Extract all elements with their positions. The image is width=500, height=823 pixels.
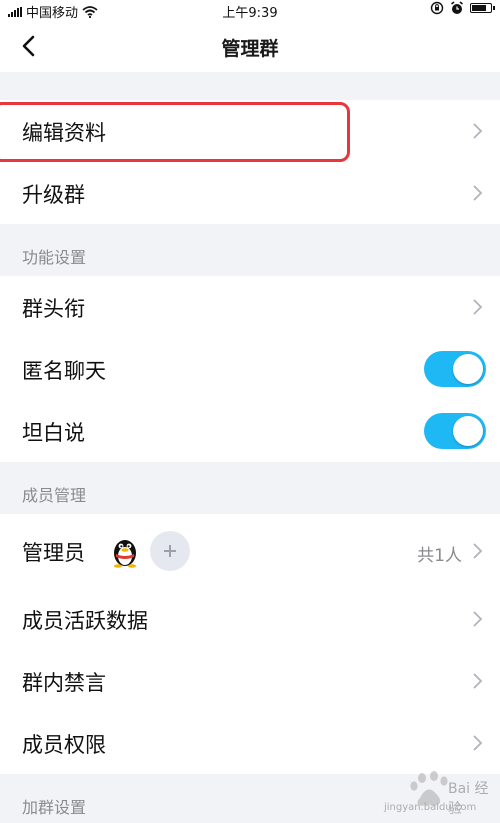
chevron-right-icon xyxy=(473,735,483,751)
row-label: 群内禁言 xyxy=(22,671,106,695)
status-bar: 中国移动 上午9:39 xyxy=(0,0,500,21)
chevron-right-icon xyxy=(473,123,483,139)
row-member-activity[interactable]: 成员活跃数据 xyxy=(0,588,500,650)
battery-level xyxy=(472,5,486,11)
row-label: 成员活跃数据 xyxy=(22,609,148,633)
row-upgrade-group[interactable]: 升级群 xyxy=(0,162,500,224)
plus-icon xyxy=(164,545,176,557)
chevron-right-icon xyxy=(473,611,483,627)
page-title: 管理群 xyxy=(221,38,279,60)
chevron-right-icon xyxy=(473,543,483,559)
section-gap xyxy=(0,72,500,100)
row-label: 管理员 xyxy=(22,541,85,565)
row-honest-talk: 坦白说 xyxy=(0,400,500,462)
nav-bar: 管理群 xyxy=(0,20,500,72)
row-member-permissions[interactable]: 成员权限 xyxy=(0,712,500,774)
row-label: 匿名聊天 xyxy=(22,359,106,383)
rotation-lock-icon xyxy=(430,1,444,15)
chevron-right-icon xyxy=(473,299,483,315)
anonymous-chat-toggle[interactable] xyxy=(424,351,486,387)
alarm-icon xyxy=(451,1,463,14)
section-header-members: 成员管理 xyxy=(0,462,500,514)
toggle-knob xyxy=(453,416,483,446)
row-label: 成员权限 xyxy=(22,733,106,757)
row-group-mute[interactable]: 群内禁言 xyxy=(0,650,500,712)
status-time: 上午9:39 xyxy=(222,6,278,21)
honest-talk-toggle[interactable] xyxy=(424,413,486,449)
admins-count: 共1人 xyxy=(417,546,462,566)
chevron-right-icon xyxy=(473,185,483,201)
toggle-knob xyxy=(453,354,483,384)
row-label: 坦白说 xyxy=(22,421,85,445)
chevron-right-icon xyxy=(473,673,483,689)
row-anonymous-chat: 匿名聊天 xyxy=(0,338,500,400)
watermark-url: jingyan.baidu.com xyxy=(384,802,477,813)
highlight-frame xyxy=(0,102,350,162)
row-group-titles[interactable]: 群头衔 xyxy=(0,276,500,338)
status-right xyxy=(430,1,495,15)
add-admin-button[interactable] xyxy=(150,531,190,571)
row-admins[interactable]: 管理员 共1人 xyxy=(0,514,500,588)
row-label: 升级群 xyxy=(22,183,85,207)
section-header-features: 功能设置 xyxy=(0,224,500,276)
row-label: 群头衔 xyxy=(22,297,85,321)
avatar xyxy=(114,540,136,568)
battery-icon xyxy=(470,3,495,13)
